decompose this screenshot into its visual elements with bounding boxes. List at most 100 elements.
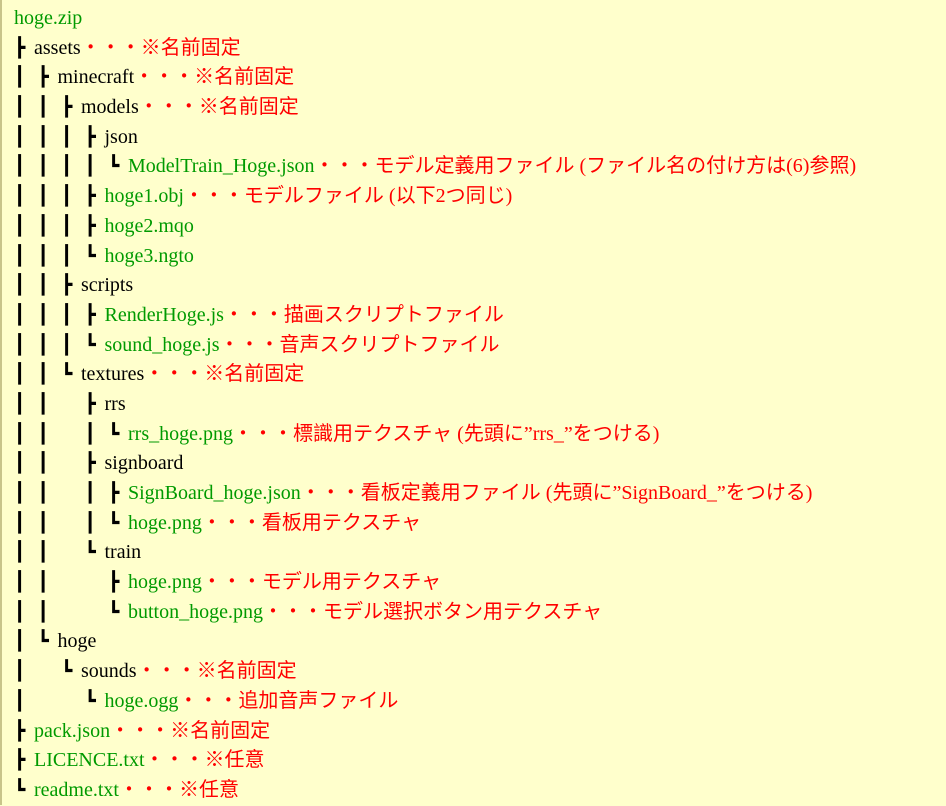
tree-pipe: ┃ (14, 155, 26, 178)
tree-branch: ┣ (14, 719, 26, 742)
tree-pipe: ┃ (37, 482, 49, 504)
tree-row: ┃ ┃ ┃ ┗ sound_hoge.js・・・音声スクリプトファイル (2, 331, 946, 361)
tree-row: ┃ ┃ ┣ signboard (2, 449, 946, 479)
file-name: hoge.ogg (104, 689, 179, 712)
tree-row: ┃ ┣ minecraft・・・※名前固定 (2, 63, 946, 93)
tree-branch: ┣ (84, 185, 96, 208)
tree-entry: signboard (105, 449, 184, 479)
tree-entry: sound_hoge.js・・・音声スクリプトファイル (105, 331, 500, 361)
file-name: hoge.zip (14, 7, 83, 29)
tree-row: ┃ ┃ ┣ models・・・※名前固定 (2, 93, 946, 123)
tree-pipe: ┃ (37, 452, 49, 475)
entry-description: ・・・描画スクリプトファイル (223, 303, 504, 326)
tree-last-branch: ┗ (84, 689, 96, 712)
tree-entry: button_hoge.png・・・モデル選択ボタン用テクスチャ (128, 598, 602, 628)
entry-description: ・・・※名前固定 (80, 36, 241, 59)
tree-pipe: ┃ (14, 482, 26, 504)
tree-row: ┃ ┃ ┃ ┗ rrs_hoge.png・・・標識用テクスチャ (先頭に”rrs_”をつ… (2, 420, 946, 450)
folder-name: rrs (104, 392, 126, 415)
folder-name: textures (81, 363, 145, 386)
tree-pipe: ┃ (14, 600, 26, 623)
tree-entry: hoge.zip (14, 4, 82, 34)
entry-description: ・・・※任意 (144, 749, 265, 772)
tree-pipe: ┃ (14, 660, 26, 683)
tree-row: ┃ ┃ ┣ scripts (2, 271, 946, 301)
tree-entry: train (105, 538, 142, 568)
tree-pipe: ┃ (14, 630, 26, 653)
file-name: button_hoge.png (128, 600, 263, 623)
tree-entry: json (105, 123, 138, 153)
file-name: SignBoard_hoge.json (128, 482, 301, 504)
folder-name: train (104, 541, 142, 564)
entry-description: ・・・※任意 (118, 778, 239, 801)
tree-pipe: ┃ (37, 333, 49, 356)
file-name: hoge1.obj (104, 185, 184, 208)
tree-branch: ┣ (84, 125, 96, 148)
tree-pipe: ┃ (84, 511, 96, 534)
entry-description: ・・・※名前固定 (144, 363, 305, 386)
entry-description: ・・・看板定義用ファイル (先頭に”SignBoard_”をつける) (300, 482, 813, 504)
file-name: LICENCE.txt (34, 749, 145, 772)
tree-row: ┃ ┃ ┃ ┣ hoge1.obj・・・モデルファイル (以下2つ同じ) (2, 182, 946, 212)
tree-branch: ┣ (84, 214, 96, 237)
file-name: hoge3.ngto (104, 244, 194, 267)
tree-pipe: ┃ (84, 155, 96, 178)
tree-branch: ┣ (37, 66, 49, 89)
tree-pipe: ┃ (61, 125, 73, 148)
tree-entry: rrs (105, 390, 126, 420)
entry-description: ・・・モデル選択ボタン用テクスチャ (263, 600, 603, 623)
tree-entry: RenderHoge.js・・・描画スクリプトファイル (105, 301, 504, 331)
file-name: sound_hoge.js (104, 333, 220, 356)
folder-name: minecraft (57, 66, 135, 89)
tree-entry: rrs_hoge.png・・・標識用テクスチャ (先頭に”rrs_”をつける) (128, 420, 659, 450)
tree-pipe: ┃ (37, 214, 49, 237)
tree-entry: readme.txt・・・※任意 (34, 776, 239, 806)
tree-pipe: ┃ (14, 689, 26, 712)
tree-entry: assets・・・※名前固定 (34, 34, 241, 64)
tree-pipe: ┃ (14, 185, 26, 208)
tree-entry: hoge2.mqo (105, 212, 194, 242)
tree-last-branch: ┗ (108, 511, 120, 534)
tree-row: ┃ ┗ sounds・・・※名前固定 (2, 657, 946, 687)
tree-row: ┣ assets・・・※名前固定 (2, 34, 946, 64)
tree-row: ┃ ┃ ┣ rrs (2, 390, 946, 420)
tree-row: ┃ ┃ ┣ hoge.png・・・モデル用テクスチャ (2, 568, 946, 598)
tree-pipe: ┃ (61, 303, 73, 326)
tree-pipe: ┃ (37, 274, 49, 297)
tree-pipe: ┃ (37, 511, 49, 534)
tree-row: ┃ ┃ ┗ button_hoge.png・・・モデル選択ボタン用テクスチャ (2, 598, 946, 628)
tree-entry: hoge.png・・・モデル用テクスチャ (128, 568, 441, 598)
tree-entry: hoge (58, 627, 97, 657)
tree-pipe: ┃ (37, 185, 49, 208)
tree-branch: ┣ (84, 392, 96, 415)
tree-pipe: ┃ (14, 274, 26, 297)
tree-pipe: ┃ (14, 571, 26, 594)
tree-pipe: ┃ (37, 363, 49, 386)
tree-row: hoge.zip (2, 4, 946, 34)
tree-pipe: ┃ (37, 155, 49, 178)
tree-last-branch: ┗ (14, 778, 26, 801)
tree-entry: ModelTrain_Hoge.json・・・モデル定義用ファイル (ファイル名… (128, 152, 856, 182)
tree-last-branch: ┗ (84, 244, 96, 267)
tree-row: ┗ readme.txt・・・※任意 (2, 776, 946, 806)
tree-pipe: ┃ (61, 244, 73, 267)
tree-pipe: ┃ (14, 452, 26, 475)
tree-row: ┃ ┃ ┃ ┣ RenderHoge.js・・・描画スクリプトファイル (2, 301, 946, 331)
tree-row: ┣ pack.json・・・※名前固定 (2, 717, 946, 747)
tree-pipe: ┃ (37, 244, 49, 267)
tree-pipe: ┃ (37, 303, 49, 326)
tree-pipe: ┃ (37, 571, 49, 594)
tree-row: ┃ ┗ hoge.ogg・・・追加音声ファイル (2, 687, 946, 717)
folder-name: json (104, 125, 138, 148)
tree-branch: ┣ (14, 36, 26, 59)
tree-last-branch: ┗ (108, 422, 120, 445)
tree-entry: scripts (81, 271, 133, 301)
file-name: ModelTrain_Hoge.json (128, 155, 315, 178)
folder-name: hoge (57, 630, 97, 653)
tree-pipe: ┃ (37, 392, 49, 415)
tree-pipe: ┃ (14, 363, 26, 386)
tree-last-branch: ┗ (84, 541, 96, 564)
tree-pipe: ┃ (84, 422, 96, 445)
entry-description: ・・・※名前固定 (138, 96, 299, 119)
file-name: pack.json (34, 719, 111, 742)
